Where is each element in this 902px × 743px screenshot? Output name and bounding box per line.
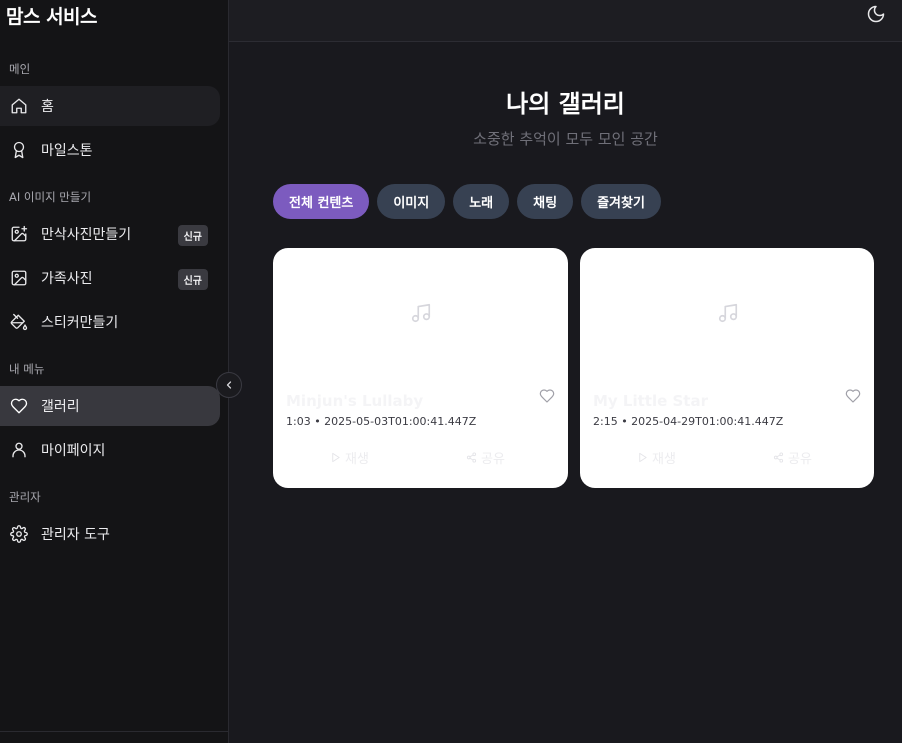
sidebar-item-label: 스티커만들기 <box>41 315 119 331</box>
share-button[interactable]: 공유 <box>773 448 812 467</box>
sidebar-item-label: 갤러리 <box>41 399 80 415</box>
sidebar-divider <box>0 731 228 732</box>
home-icon <box>10 97 28 115</box>
filter-favorites[interactable]: 즐겨찾기 <box>581 184 661 219</box>
sidebar-item-mypage[interactable]: 마이페이지 <box>0 430 220 470</box>
sidebar-item-label: 관리자 도구 <box>41 527 110 543</box>
sidebar-item-label: 만삭사진만들기 <box>41 227 132 243</box>
chevron-left-icon <box>226 381 232 389</box>
play-label: 재생 <box>652 452 676 467</box>
card-meta: 2:15 • 2025-04-29T01:00:41.447Z <box>593 415 784 428</box>
share-icon <box>773 452 784 463</box>
share-button[interactable]: 공유 <box>466 448 505 467</box>
section-label-my: 내 메뉴 <box>9 362 45 376</box>
sidebar-collapse-button[interactable] <box>216 372 242 398</box>
music-icon <box>717 302 739 324</box>
sidebar-item-milestone[interactable]: 마일스톤 <box>0 130 220 170</box>
page-subtitle: 소중한 추억이 모두 모인 공간 <box>473 130 658 148</box>
filter-images[interactable]: 이미지 <box>377 184 446 219</box>
page-title: 나의 갤러리 <box>506 90 625 118</box>
sidebar-item-label: 홈 <box>41 99 54 115</box>
theme-toggle-button[interactable] <box>866 4 886 24</box>
image-icon <box>10 269 28 287</box>
share-label: 공유 <box>481 452 505 467</box>
play-icon <box>332 452 340 463</box>
image-plus-icon <box>10 225 28 243</box>
top-bar <box>229 0 902 42</box>
card-meta: 1:03 • 2025-05-03T01:00:41.447Z <box>286 415 477 428</box>
play-label: 재생 <box>345 452 369 467</box>
gallery-card[interactable]: Minjun's Lullaby 1:03 • 2025-05-03T01:00… <box>273 248 568 488</box>
play-button[interactable]: 재생 <box>637 448 676 467</box>
section-label-admin: 관리자 <box>9 490 41 504</box>
sidebar-item-label: 마이페이지 <box>41 443 106 459</box>
card-title: My Little Star <box>593 392 708 410</box>
play-button[interactable]: 재생 <box>330 448 369 467</box>
new-badge: 신규 <box>177 225 208 246</box>
favorite-heart-icon[interactable] <box>845 388 861 404</box>
brand-title: 맘스 서비스 <box>6 6 98 28</box>
share-label: 공유 <box>788 452 812 467</box>
filter-chats[interactable]: 채팅 <box>517 184 574 219</box>
card-title: Minjun's Lullaby <box>286 392 424 410</box>
section-label-ai: AI 이미지 만들기 <box>9 190 92 204</box>
filter-all[interactable]: 전체 컨텐츠 <box>273 184 370 219</box>
share-icon <box>466 452 477 463</box>
new-badge: 신규 <box>177 269 208 290</box>
gear-icon <box>10 525 28 543</box>
sidebar-item-home[interactable]: 홈 <box>0 86 220 126</box>
sidebar-item-sticker[interactable]: 스티커만들기 <box>0 302 220 342</box>
music-icon <box>410 302 432 324</box>
heart-icon <box>10 397 28 415</box>
moon-icon <box>867 5 885 23</box>
paint-bucket-icon <box>10 313 28 331</box>
filter-songs[interactable]: 노래 <box>453 184 510 219</box>
gallery-card[interactable]: My Little Star 2:15 • 2025-04-29T01:00:4… <box>580 248 874 488</box>
award-icon <box>10 141 28 159</box>
user-icon <box>10 441 28 459</box>
sidebar: 맘스 서비스 메인 홈 마일스톤 AI 이미지 만들기 만삭사진만들기 신규 가… <box>0 0 229 743</box>
sidebar-item-label: 마일스톤 <box>41 143 93 159</box>
sidebar-item-gallery[interactable]: 갤러리 <box>0 386 220 426</box>
section-label-main: 메인 <box>9 62 31 76</box>
sidebar-item-family[interactable]: 가족사진 신규 <box>0 258 220 298</box>
sidebar-item-maternity[interactable]: 만삭사진만들기 신규 <box>0 214 220 254</box>
filter-tabs: 전체 컨텐츠 이미지 노래 채팅 즐겨찾기 <box>273 184 661 219</box>
play-icon <box>639 452 647 463</box>
favorite-heart-icon[interactable] <box>539 388 555 404</box>
sidebar-item-admin-tools[interactable]: 관리자 도구 <box>0 514 220 554</box>
sidebar-item-label: 가족사진 <box>41 271 93 287</box>
